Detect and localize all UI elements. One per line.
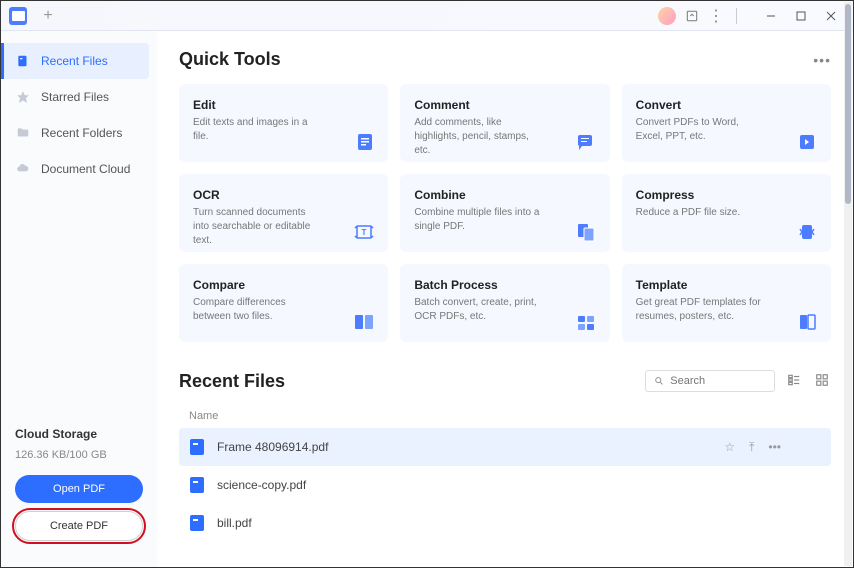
app-logo-icon [9,7,27,25]
sidebar-item-label: Recent Folders [41,126,122,140]
tool-card-compress[interactable]: Compress Reduce a PDF file size. [622,174,831,252]
sidebar-item-label: Recent Files [41,54,108,68]
share-icon[interactable] [684,8,700,24]
tool-desc: Turn scanned documents into searchable o… [193,206,323,248]
close-button[interactable] [817,4,845,28]
more-action-icon[interactable]: ••• [768,440,781,455]
minimize-button[interactable] [757,4,785,28]
tool-card-convert[interactable]: Convert Convert PDFs to Word, Excel, PPT,… [622,84,831,162]
tool-title: Comment [414,98,595,112]
cloud-storage-usage: 126.36 KB/100 GB [15,449,143,461]
grid-view-icon[interactable] [815,373,831,389]
open-pdf-button[interactable]: Open PDF [15,475,143,503]
tool-title: Combine [414,188,595,202]
tool-card-ocr[interactable]: OCR Turn scanned documents into searchabl… [179,174,388,252]
tool-icon [795,222,819,242]
tool-card-compare[interactable]: Compare Compare differences between two f… [179,264,388,342]
sidebar-item-label: Starred Files [41,90,109,104]
tool-title: Compress [636,188,817,202]
folder-icon [15,125,31,141]
tool-desc: Batch convert, create, print, OCR PDFs, … [414,296,544,324]
file-name: bill.pdf [217,516,821,530]
tool-title: Template [636,278,817,292]
search-input[interactable] [670,375,766,387]
tool-desc: Reduce a PDF file size. [636,206,766,220]
row-actions: ☆ ⤒ ••• [724,440,781,455]
sidebar-item-starred-files[interactable]: Starred Files [1,79,157,115]
tool-card-combine[interactable]: Combine Combine multiple files into a sin… [400,174,609,252]
tool-card-edit[interactable]: Edit Edit texts and images in a file. [179,84,388,162]
sidebar: Recent Files Starred Files Recent Folder… [1,31,157,567]
cloud-storage-title: Cloud Storage [15,427,143,441]
menu-dots-icon[interactable]: ⋮ [708,8,724,24]
pdf-file-icon [189,438,207,456]
tool-desc: Convert PDFs to Word, Excel, PPT, etc. [636,116,766,144]
upload-action-icon[interactable]: ⤒ [749,440,754,455]
file-row[interactable]: Frame 48096914.pdf ☆ ⤒ ••• [179,428,831,466]
sidebar-item-recent-folders[interactable]: Recent Folders [1,115,157,151]
create-pdf-button[interactable]: Create PDF [15,511,143,541]
tool-icon [795,132,819,152]
star-action-icon[interactable]: ☆ [724,440,735,455]
tool-icon [574,312,598,332]
svg-text:T: T [362,228,367,237]
tool-desc: Get great PDF templates for resumes, pos… [636,296,766,324]
search-box[interactable] [645,370,775,392]
pdf-file-icon [189,514,207,532]
sidebar-item-document-cloud[interactable]: Document Cloud [1,151,157,187]
main-content: Quick Tools ••• Edit Edit texts and image… [157,31,853,567]
tool-desc: Compare differences between two files. [193,296,323,324]
quick-tools-more-icon[interactable]: ••• [813,52,831,68]
file-name: Frame 48096914.pdf [217,440,714,454]
tool-icon: T [352,222,376,242]
tool-icon [574,132,598,152]
tool-icon [352,312,376,332]
tool-title: Compare [193,278,374,292]
tool-icon [574,222,598,242]
star-icon [15,89,31,105]
maximize-button[interactable] [787,4,815,28]
tool-desc: Combine multiple files into a single PDF… [414,206,544,234]
new-tab-button[interactable]: + [39,7,57,25]
search-icon [654,375,664,387]
tool-card-comment[interactable]: Comment Add comments, like highlights, pe… [400,84,609,162]
tool-title: Convert [636,98,817,112]
tool-title: OCR [193,188,374,202]
list-view-icon[interactable] [787,373,803,389]
tool-card-template[interactable]: Template Get great PDF templates for resu… [622,264,831,342]
file-row[interactable]: bill.pdf [179,504,831,542]
quick-tools-title: Quick Tools [179,49,281,70]
tool-desc: Edit texts and images in a file. [193,116,323,144]
tool-card-batch-process[interactable]: Batch Process Batch convert, create, prin… [400,264,609,342]
tool-icon [352,132,376,152]
recent-files-title: Recent Files [179,371,285,392]
recent-files-icon [15,53,31,69]
tool-icon [795,312,819,332]
tool-desc: Add comments, like highlights, pencil, s… [414,116,544,158]
file-row[interactable]: science-copy.pdf [179,466,831,504]
scrollbar-track[interactable] [844,2,852,566]
sidebar-item-recent-files[interactable]: Recent Files [1,43,149,79]
tool-title: Batch Process [414,278,595,292]
avatar[interactable] [658,7,676,25]
cloud-icon [15,161,31,177]
file-name: science-copy.pdf [217,478,821,492]
tool-title: Edit [193,98,374,112]
titlebar: + ⋮ [1,1,853,31]
scrollbar-thumb[interactable] [845,4,851,204]
column-header-name: Name [179,404,831,428]
pdf-file-icon [189,476,207,494]
sidebar-item-label: Document Cloud [41,162,130,176]
